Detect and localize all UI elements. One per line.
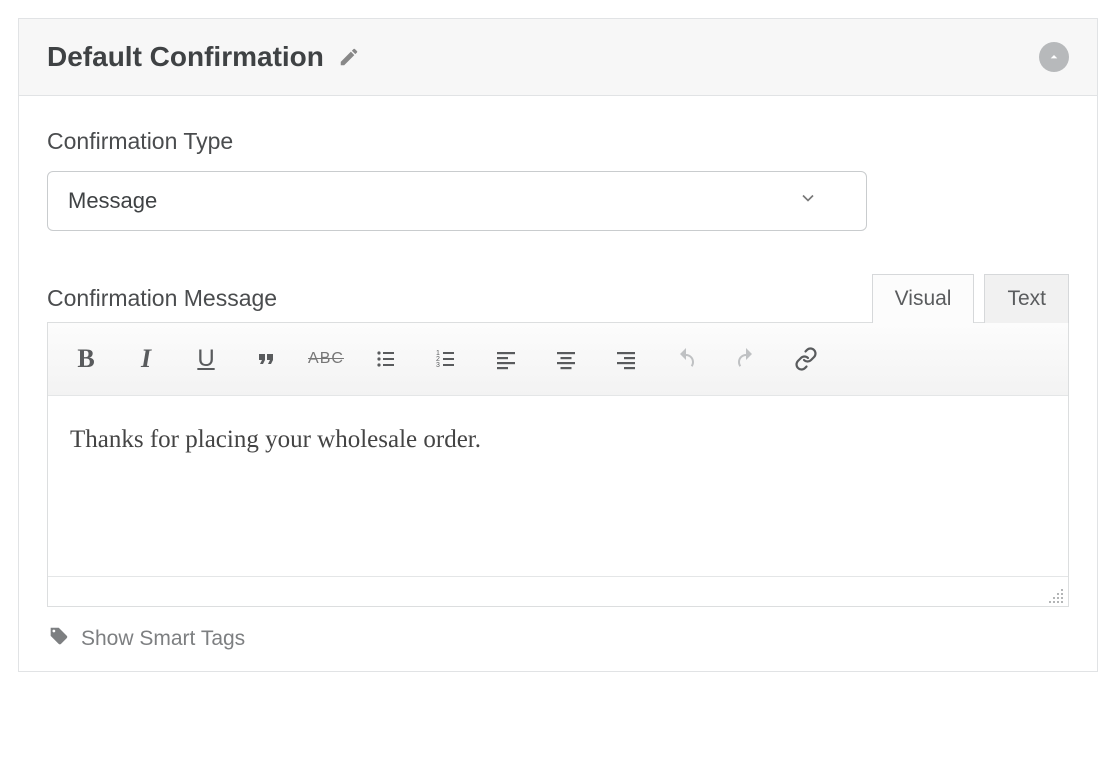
tag-icon [47, 625, 69, 653]
message-editor: B I U ABC 123 [47, 322, 1069, 607]
align-left-button[interactable] [478, 333, 534, 385]
align-right-button[interactable] [598, 333, 654, 385]
show-smart-tags-label: Show Smart Tags [81, 627, 245, 651]
confirmation-type-value: Message [68, 188, 157, 214]
editor-tabs: Visual Text [872, 273, 1069, 322]
editor-footer [48, 576, 1068, 606]
collapse-icon[interactable] [1039, 42, 1069, 72]
align-center-button[interactable] [538, 333, 594, 385]
panel-title: Default Confirmation [47, 41, 324, 73]
tab-text[interactable]: Text [984, 274, 1069, 323]
confirmation-type-select[interactable]: Message [47, 171, 867, 231]
panel-body: Confirmation Type Message Confirmation M… [19, 96, 1097, 671]
confirmation-type-field: Message [47, 171, 867, 231]
confirmation-message-label: Confirmation Message [47, 285, 277, 312]
panel-header[interactable]: Default Confirmation [19, 19, 1097, 96]
link-button[interactable] [778, 333, 834, 385]
chevron-down-icon [798, 188, 818, 214]
edit-title-icon[interactable] [338, 46, 360, 68]
confirmation-panel: Default Confirmation Confirmation Type M… [18, 18, 1098, 672]
message-editor-content[interactable]: Thanks for placing your wholesale order. [48, 396, 1068, 576]
tab-visual[interactable]: Visual [872, 274, 975, 323]
confirmation-type-label: Confirmation Type [47, 128, 1069, 155]
editor-toolbar: B I U ABC 123 [48, 323, 1068, 396]
ordered-list-button[interactable]: 123 [418, 333, 474, 385]
undo-button[interactable] [658, 333, 714, 385]
bullet-list-button[interactable] [358, 333, 414, 385]
blockquote-button[interactable] [238, 333, 294, 385]
redo-button[interactable] [718, 333, 774, 385]
italic-button[interactable]: I [118, 333, 174, 385]
resize-grip-icon[interactable] [1048, 588, 1064, 604]
panel-title-wrap: Default Confirmation [47, 41, 360, 73]
bold-button[interactable]: B [58, 333, 114, 385]
strikethrough-button[interactable]: ABC [298, 333, 354, 385]
svg-text:3: 3 [436, 362, 440, 369]
underline-button[interactable]: U [178, 333, 234, 385]
show-smart-tags-button[interactable]: Show Smart Tags [47, 625, 1069, 653]
